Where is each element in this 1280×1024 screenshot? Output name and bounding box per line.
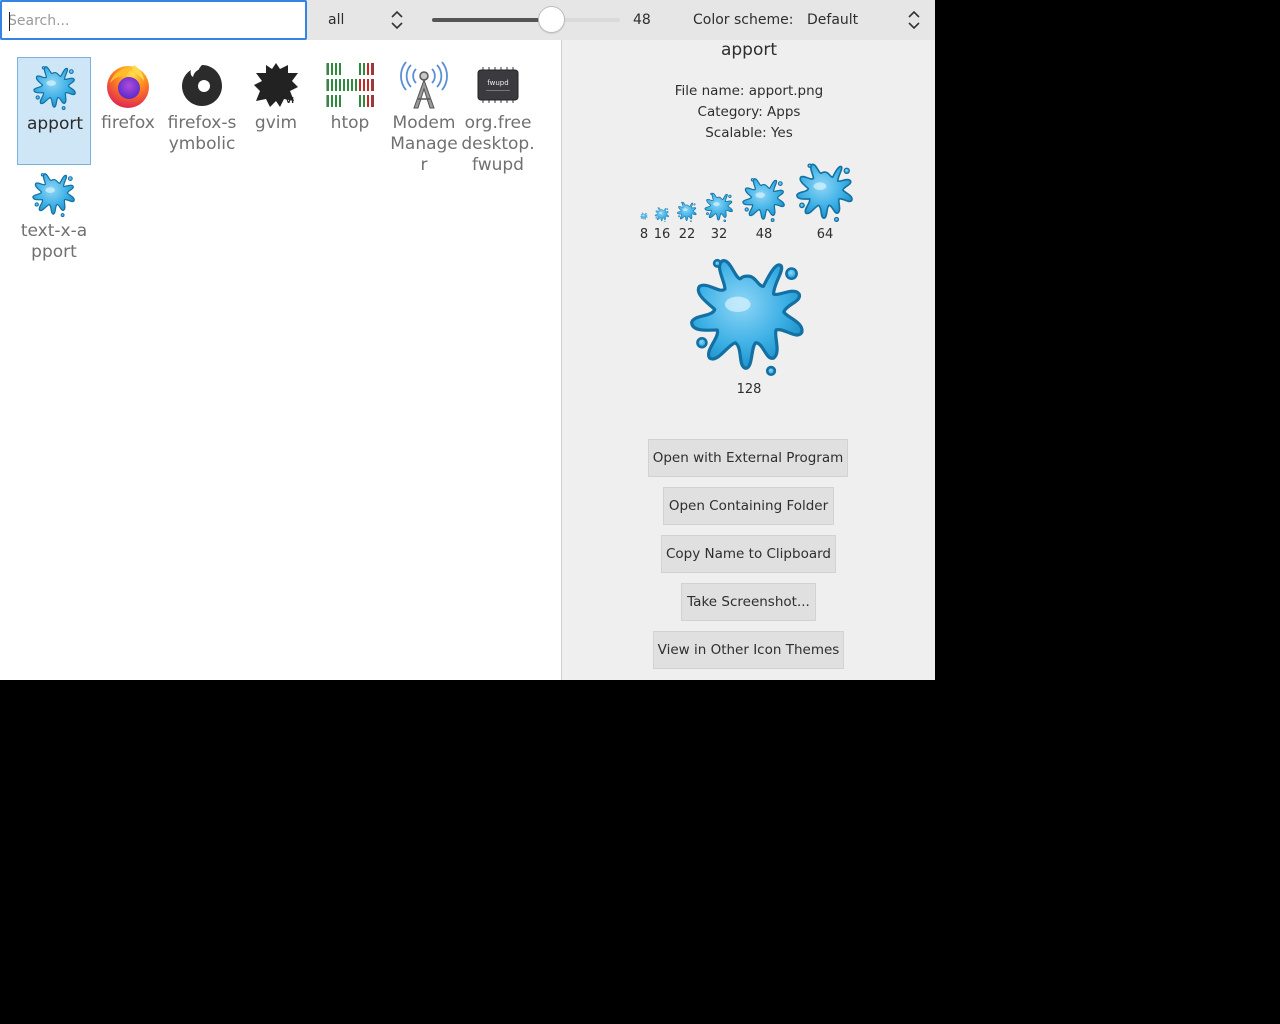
size-label-64: 64 <box>816 227 834 242</box>
modem-tower-icon <box>400 61 448 109</box>
text-cursor <box>9 12 10 31</box>
apport-splash-icon <box>33 65 76 110</box>
updown-chevron-icon <box>391 10 403 30</box>
apport-preview-16-icon <box>654 207 669 222</box>
icon-item-label: ModemManager <box>390 113 458 175</box>
slider-handle[interactable] <box>538 6 565 33</box>
apport-preview-128-icon <box>690 258 804 376</box>
htop-icon <box>326 63 374 107</box>
icon-title: apport <box>720 40 778 60</box>
svg-text:fwupd: fwupd <box>487 79 508 87</box>
icon-size-value: 48 <box>633 12 651 28</box>
size-label-128: 128 <box>736 382 762 397</box>
color-scheme-label: Color scheme: <box>693 12 794 28</box>
icon-size-slider[interactable] <box>432 0 622 40</box>
view-other-themes-button[interactable]: View in Other Icon Themes <box>653 631 844 669</box>
icon-item-firefox-symbolic[interactable]: firefox-symbolic <box>165 57 239 187</box>
icon-item-label: firefox-symbolic <box>167 113 237 154</box>
icon-item-gvim[interactable]: vi gvim <box>239 57 313 165</box>
scalable-info: Scalable: Yes <box>705 125 793 141</box>
search-input[interactable] <box>8 11 298 31</box>
category-filter-value: all <box>328 12 345 28</box>
gvim-icon: vi <box>254 63 298 107</box>
icon-browser-window: all 48 Color scheme: Default apport <box>0 0 935 680</box>
icon-item-modemmanager[interactable]: ModemManager <box>387 57 461 187</box>
toolbar: all 48 Color scheme: Default <box>0 0 935 40</box>
search-field[interactable] <box>0 0 307 40</box>
firefox-symbolic-icon <box>182 65 222 106</box>
apport-preview-64-icon <box>796 163 853 222</box>
icon-grid: apport firefox firefox-symbolic vi gvim … <box>0 40 561 680</box>
size-label-48: 48 <box>755 227 773 242</box>
icon-item-fwupd[interactable]: fwupd org.freedesktop.fwupd <box>461 57 535 187</box>
color-scheme-select[interactable]: Default <box>800 0 930 40</box>
icon-item-text-x-apport[interactable]: text-x-apport <box>17 165 91 273</box>
apport-preview-32-icon <box>704 192 733 222</box>
open-containing-folder-button[interactable]: Open Containing Folder <box>663 487 834 525</box>
svg-text:vi: vi <box>286 96 294 105</box>
icon-item-htop[interactable]: htop <box>313 57 387 165</box>
apport-preview-22-icon <box>677 201 697 222</box>
icon-item-apport[interactable]: apport <box>17 57 91 165</box>
apport-preview-8-icon <box>640 212 648 220</box>
take-screenshot-button[interactable]: Take Screenshot... <box>681 583 816 621</box>
apport-splash-icon <box>32 172 75 217</box>
updown-chevron-icon <box>908 10 920 30</box>
icon-item-label: apport <box>26 114 84 134</box>
slider-fill <box>432 18 552 22</box>
open-external-program-button[interactable]: Open with External Program <box>648 439 848 477</box>
icon-item-label: org.freedesktop.fwupd <box>461 113 535 175</box>
fwupd-chip-icon: fwupd <box>477 67 519 103</box>
firefox-icon <box>107 65 149 108</box>
icon-item-firefox[interactable]: firefox <box>91 57 165 165</box>
icon-item-label: gvim <box>254 113 298 133</box>
category-filter-select[interactable]: all <box>320 0 420 40</box>
category-info: Category: Apps <box>697 104 801 120</box>
icon-item-label: text-x-apport <box>20 221 88 262</box>
size-label-32: 32 <box>710 227 728 242</box>
color-scheme-value: Default <box>807 12 859 28</box>
icon-details-panel: apport File name: apport.png Category: A… <box>561 40 935 680</box>
icon-item-label: firefox <box>101 113 155 133</box>
apport-preview-48-icon <box>742 177 785 222</box>
copy-name-button[interactable]: Copy Name to Clipboard <box>661 535 836 573</box>
file-name-info: File name: apport.png <box>674 83 824 99</box>
icon-item-label: htop <box>330 113 370 133</box>
